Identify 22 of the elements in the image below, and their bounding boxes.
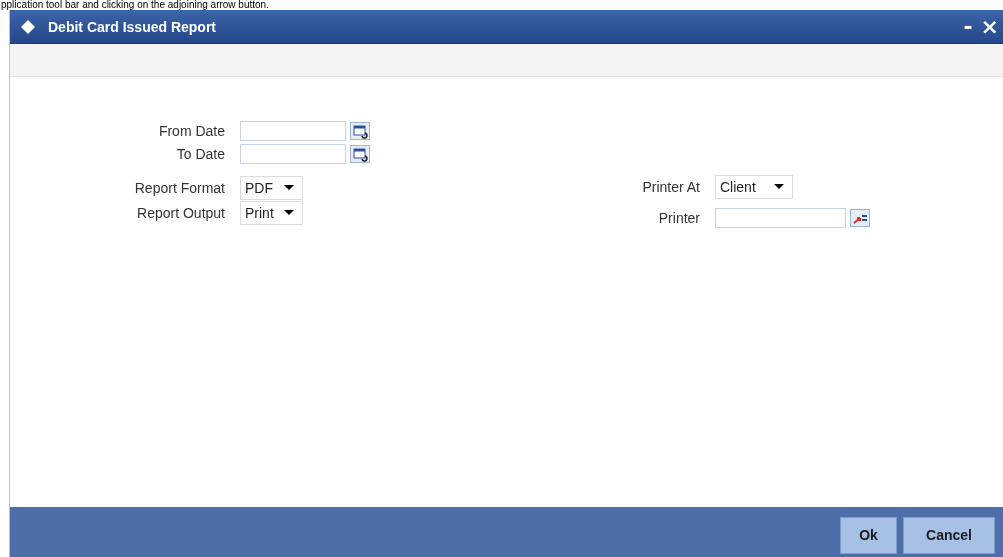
field-label: Printer: [657, 210, 700, 226]
field-label: From Date: [157, 123, 225, 139]
dropdown[interactable]: Client: [715, 174, 793, 199]
close-button[interactable]: ×: [976, 16, 1003, 37]
text-field[interactable]: [240, 121, 346, 141]
field-label: To Date: [175, 146, 225, 162]
lookup-icon[interactable]: [850, 209, 870, 227]
calendar-icon[interactable]: [350, 145, 370, 163]
dialog-button[interactable]: Cancel: [903, 516, 995, 554]
window-title: Debit Card Issued Report: [48, 18, 217, 35]
text-field[interactable]: [240, 144, 346, 164]
dropdown[interactable]: PDF: [240, 175, 303, 200]
text-field[interactable]: [715, 208, 846, 228]
dropdown[interactable]: Print: [240, 200, 303, 225]
calendar-icon[interactable]: [350, 122, 370, 140]
diamond-icon: [20, 18, 36, 35]
field-label: Report Format: [133, 179, 225, 196]
field-label: Report Output: [136, 204, 225, 221]
caption-text: pplication tool bar and clicking on the adjoining arrow button.: [1, 0, 269, 10]
dialog-button[interactable]: Ok: [840, 516, 897, 554]
minimize-button[interactable]: -: [959, 16, 977, 37]
field-label: Printer At: [641, 178, 700, 195]
